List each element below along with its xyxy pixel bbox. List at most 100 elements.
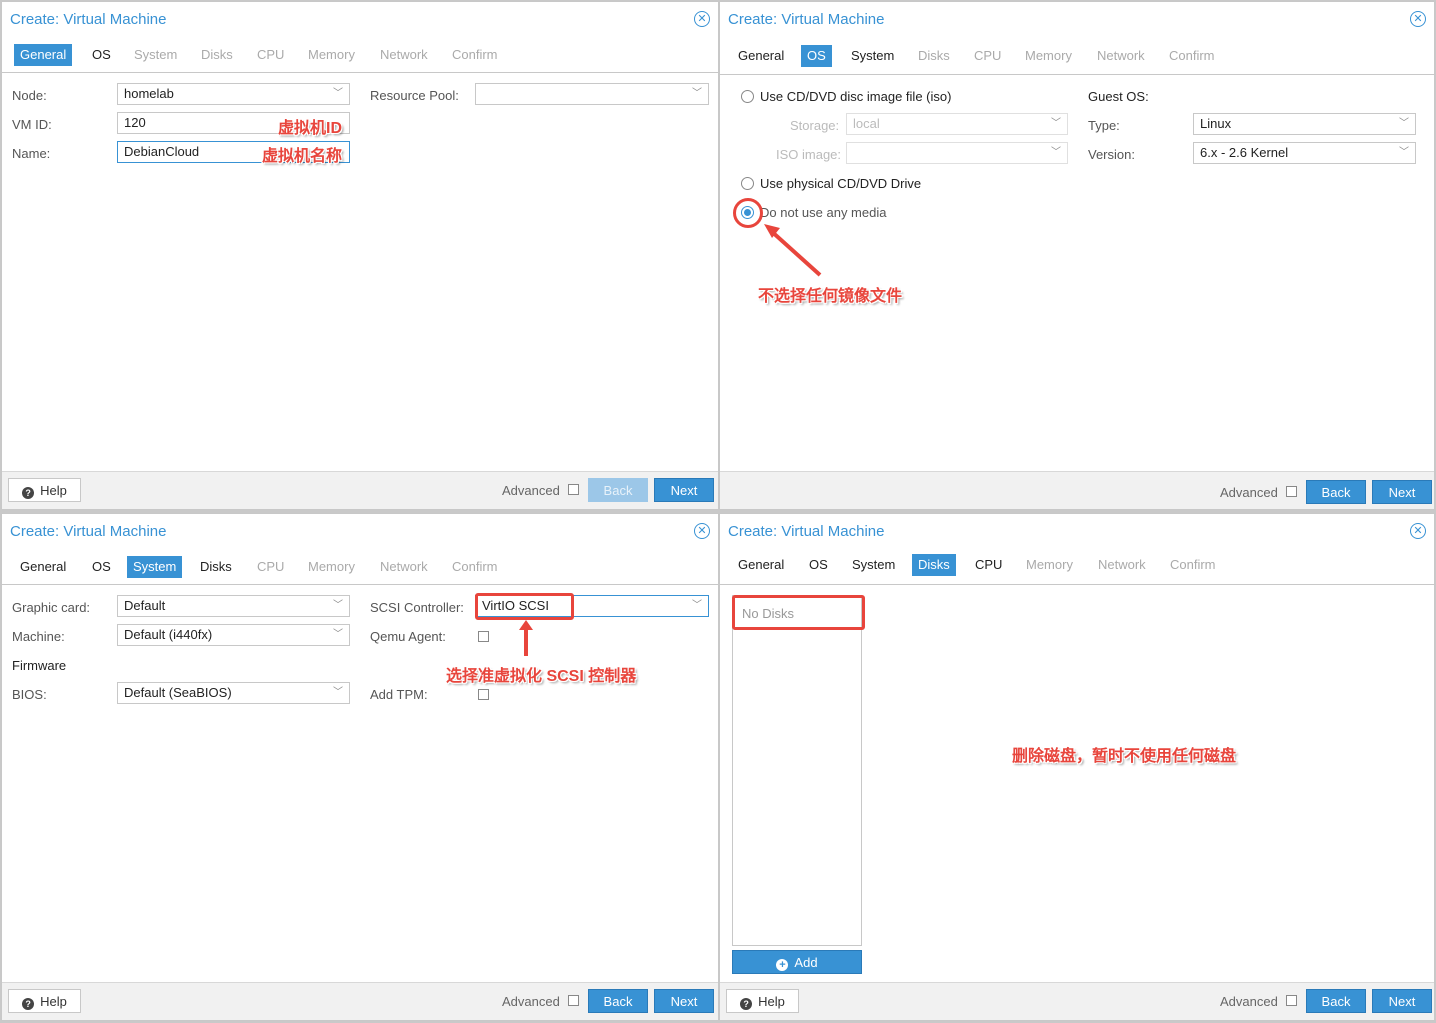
tab-system[interactable]: System	[128, 44, 183, 66]
back-button[interactable]: Back	[588, 989, 648, 1013]
tab-os[interactable]: OS	[803, 554, 834, 576]
tab-disks[interactable]: Disks	[194, 556, 238, 578]
help-button[interactable]: ? Help	[8, 478, 81, 502]
graphic-card-value: Default	[124, 598, 166, 613]
dialog-footer: ? Help Advanced Back Next	[2, 471, 718, 509]
next-button[interactable]: Next	[654, 478, 714, 502]
tab-memory[interactable]: Memory	[302, 44, 361, 66]
disk-list[interactable]: No Disks	[732, 595, 862, 946]
tab-confirm[interactable]: Confirm	[446, 44, 504, 66]
back-button[interactable]: Back	[588, 478, 648, 502]
plus-icon: +	[776, 959, 789, 971]
dialog-footer: Advanced Back Next	[720, 471, 1434, 509]
next-button[interactable]: Next	[1372, 989, 1432, 1013]
name-value: DebianCloud	[124, 144, 200, 159]
chevron-down-icon: ﹀	[692, 88, 702, 99]
tab-network[interactable]: Network	[1092, 554, 1152, 576]
vmid-value: 120	[124, 115, 146, 130]
highlight-box	[475, 593, 574, 620]
graphic-card-select[interactable]: Default ﹀	[117, 595, 350, 617]
close-icon[interactable]: ✕	[694, 11, 710, 27]
tab-general[interactable]: General	[732, 45, 790, 67]
tab-divider	[2, 72, 718, 73]
type-label: Type:	[1088, 118, 1120, 133]
resource-pool-select[interactable]: ﹀	[475, 83, 709, 105]
tab-general[interactable]: General	[732, 554, 790, 576]
bios-value: Default (SeaBIOS)	[124, 685, 232, 700]
chevron-down-icon: ﹀	[333, 600, 343, 611]
tab-os[interactable]: OS	[86, 44, 117, 66]
add-tpm-checkbox[interactable]	[478, 689, 489, 700]
version-label: Version:	[1088, 147, 1135, 162]
annotation-scsi: 选择准虚拟化 SCSI 控制器	[446, 668, 637, 685]
physical-drive-radio[interactable]	[741, 177, 754, 190]
chevron-down-icon: ﹀	[1051, 147, 1061, 158]
annotation-no-disks: 删除磁盘，暂时不使用任何磁盘	[1012, 748, 1237, 765]
chevron-down-icon: ﹀	[333, 629, 343, 640]
iso-image-label: ISO image:	[776, 147, 842, 162]
help-button[interactable]: ? Help	[726, 989, 799, 1013]
tab-confirm[interactable]: Confirm	[1164, 554, 1222, 576]
advanced-label: Advanced	[1220, 485, 1278, 500]
tab-cpu[interactable]: CPU	[251, 556, 290, 578]
dialog-title: Create: Virtual Machine	[728, 11, 885, 28]
tab-disks[interactable]: Disks	[912, 554, 956, 576]
dialog-footer: ? Help Advanced Back Next	[2, 982, 718, 1020]
close-icon[interactable]: ✕	[1410, 523, 1426, 539]
help-icon: ?	[740, 998, 753, 1010]
advanced-checkbox[interactable]	[568, 995, 579, 1006]
advanced-checkbox[interactable]	[1286, 995, 1297, 1006]
tab-network[interactable]: Network	[1091, 45, 1151, 67]
tab-general[interactable]: General	[14, 556, 72, 578]
tab-network[interactable]: Network	[374, 556, 434, 578]
tab-system[interactable]: System	[845, 45, 900, 67]
advanced-checkbox[interactable]	[568, 484, 579, 495]
tab-memory[interactable]: Memory	[1020, 554, 1079, 576]
tab-system[interactable]: System	[127, 556, 183, 578]
iso-radio[interactable]	[741, 90, 754, 103]
close-icon[interactable]: ✕	[694, 523, 710, 539]
vmid-label: VM ID:	[12, 117, 52, 132]
advanced-checkbox[interactable]	[1286, 486, 1297, 497]
tab-os[interactable]: OS	[801, 45, 832, 67]
tab-cpu[interactable]: CPU	[969, 554, 1008, 576]
chevron-down-icon: ﹀	[692, 600, 702, 611]
next-button[interactable]: Next	[1372, 480, 1432, 504]
dialog-title: Create: Virtual Machine	[10, 523, 167, 540]
machine-select[interactable]: Default (i440fx) ﹀	[117, 624, 350, 646]
tab-confirm[interactable]: Confirm	[446, 556, 504, 578]
resource-pool-label: Resource Pool:	[370, 88, 459, 103]
iso-option-label: Use CD/DVD disc image file (iso)	[760, 89, 952, 104]
back-button[interactable]: Back	[1306, 480, 1366, 504]
tab-bar: General OS System Disks CPU Memory Netwo…	[10, 44, 718, 66]
tab-network[interactable]: Network	[374, 44, 434, 66]
tab-system[interactable]: System	[846, 554, 901, 576]
tab-confirm[interactable]: Confirm	[1163, 45, 1221, 67]
bios-select[interactable]: Default (SeaBIOS) ﹀	[117, 682, 350, 704]
storage-select[interactable]: local ﹀	[846, 113, 1068, 135]
add-disk-button[interactable]: + Add	[732, 950, 862, 974]
tab-general[interactable]: General	[14, 44, 73, 66]
tab-cpu[interactable]: CPU	[251, 44, 290, 66]
next-button[interactable]: Next	[654, 989, 714, 1013]
annotation-vmid: 虚拟机ID	[278, 120, 343, 137]
tab-disks[interactable]: Disks	[195, 44, 239, 66]
version-select[interactable]: 6.x - 2.6 Kernel ﹀	[1193, 142, 1416, 164]
advanced-label: Advanced	[502, 483, 560, 498]
qemu-agent-checkbox[interactable]	[478, 631, 489, 642]
tab-memory[interactable]: Memory	[302, 556, 361, 578]
help-button[interactable]: ? Help	[8, 989, 81, 1013]
type-select[interactable]: Linux ﹀	[1193, 113, 1416, 135]
help-label: Help	[40, 483, 67, 498]
close-icon[interactable]: ✕	[1410, 11, 1426, 27]
tab-disks[interactable]: Disks	[912, 45, 956, 67]
tab-os[interactable]: OS	[86, 556, 117, 578]
tab-memory[interactable]: Memory	[1019, 45, 1078, 67]
node-select[interactable]: homelab ﹀	[117, 83, 350, 105]
arrow-annotation	[764, 224, 822, 277]
tab-cpu[interactable]: CPU	[968, 45, 1007, 67]
highlight-box	[732, 595, 865, 630]
iso-image-select[interactable]: ﹀	[846, 142, 1068, 164]
chevron-down-icon: ﹀	[1399, 147, 1409, 158]
back-button[interactable]: Back	[1306, 989, 1366, 1013]
